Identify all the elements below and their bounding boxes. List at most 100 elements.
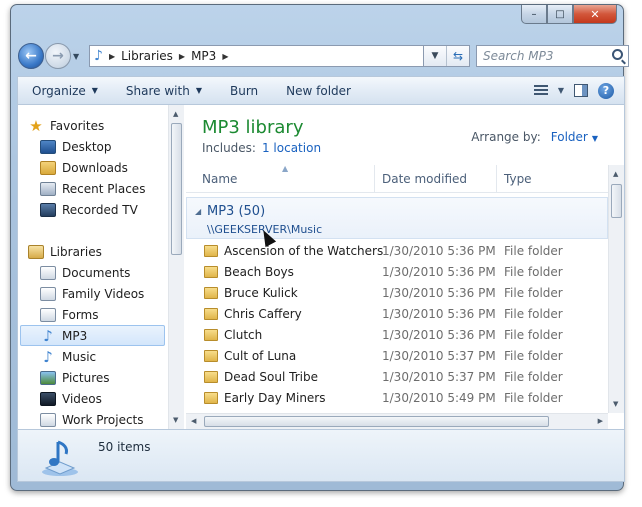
scrollbar-thumb[interactable]	[611, 184, 622, 218]
documents-icon	[40, 265, 56, 280]
breadcrumb-separator-icon[interactable]: ▶	[179, 52, 185, 61]
table-row[interactable]: Beach Boys 1/30/2010 5:36 PM File folder	[186, 262, 608, 283]
burn-button[interactable]: Burn	[216, 84, 272, 98]
table-row[interactable]: Bruce Kulick 1/30/2010 5:36 PM File fold…	[186, 283, 608, 304]
scroll-left-icon[interactable]: ◀	[191, 417, 196, 425]
locations-link[interactable]: 1 location	[262, 141, 321, 155]
scroll-up-icon[interactable]: ▲	[173, 110, 178, 118]
table-row[interactable]: Cult of Luna 1/30/2010 5:37 PM File fold…	[186, 346, 608, 367]
chevron-down-icon[interactable]: ▼	[592, 134, 598, 143]
navigation-pane-scrollbar[interactable]: ▲ ▼	[168, 105, 184, 429]
close-button[interactable]: ✕	[573, 5, 617, 24]
address-bar[interactable]: ♪ ▶ Libraries ▶ MP3 ▶	[89, 45, 424, 67]
file-date: 1/30/2010 5:36 PM	[382, 265, 496, 279]
breadcrumb-separator-icon[interactable]: ▶	[222, 52, 228, 61]
libraries-label: Libraries	[50, 244, 102, 259]
sort-ascending-icon: ▲	[282, 164, 289, 173]
chevron-down-icon[interactable]: ▼	[558, 86, 564, 95]
libraries-icon	[28, 244, 44, 259]
file-name: Beach Boys	[224, 265, 294, 279]
toolbar-right: ▼ ?	[533, 82, 624, 99]
column-date-modified[interactable]: Date modified	[382, 172, 467, 186]
sidebar-item-family-videos[interactable]: Family Videos	[40, 283, 144, 304]
arrange-by-dropdown[interactable]: Folder	[551, 130, 588, 144]
scroll-down-icon[interactable]: ▼	[613, 400, 618, 408]
scrollbar-thumb[interactable]	[204, 416, 549, 427]
scroll-right-icon[interactable]: ▶	[598, 417, 603, 425]
folder-icon	[204, 287, 218, 299]
sidebar-item-pictures[interactable]: Pictures	[40, 367, 110, 388]
sidebar-item-videos[interactable]: Videos	[40, 388, 102, 409]
preview-pane-icon[interactable]	[574, 84, 588, 97]
minimize-button[interactable]: –	[521, 5, 547, 24]
column-divider[interactable]	[374, 165, 375, 193]
sidebar-item-mp3[interactable]: ♪ MP3	[20, 325, 165, 346]
downloads-icon	[40, 160, 56, 175]
collapse-triangle-icon[interactable]: ◢	[195, 207, 201, 216]
sidebar-item-recorded-tv[interactable]: Recorded TV	[40, 199, 138, 220]
scrollbar-thumb[interactable]	[171, 123, 182, 255]
details-pane: 50 items	[17, 430, 625, 482]
recent-pages-dropdown[interactable]: ▼	[73, 52, 85, 61]
file-date: 1/30/2010 5:37 PM	[382, 349, 496, 363]
sidebar-item-downloads[interactable]: Downloads	[40, 157, 128, 178]
sidebar-item-label: Recent Places	[62, 181, 146, 196]
organize-button[interactable]: Organize ▼	[18, 84, 112, 98]
sidebar-item-label: Pictures	[62, 370, 110, 385]
breadcrumb-mp3[interactable]: MP3	[191, 49, 216, 63]
file-type: File folder	[504, 370, 563, 384]
music-library-icon	[42, 440, 78, 476]
forward-button[interactable]: →	[45, 43, 71, 69]
arrange-by-label: Arrange by:	[471, 130, 541, 144]
sidebar-item-work-projects[interactable]: Work Projects	[40, 409, 144, 429]
table-row[interactable]: Clutch 1/30/2010 5:36 PM File folder	[186, 325, 608, 346]
new-folder-button[interactable]: New folder	[272, 84, 365, 98]
table-row[interactable]: Dead Soul Tribe 1/30/2010 5:37 PM File f…	[186, 367, 608, 388]
file-type: File folder	[504, 328, 563, 342]
maximize-button[interactable]: □	[547, 5, 573, 24]
library-title: MP3 library	[202, 117, 304, 138]
sidebar-item-forms[interactable]: Forms	[40, 304, 98, 325]
column-name[interactable]: Name	[202, 172, 237, 186]
file-date: 1/30/2010 5:49 PM	[382, 391, 496, 405]
sidebar-item-label: Documents	[62, 265, 131, 280]
table-row[interactable]: Early Day Miners 1/30/2010 5:49 PM File …	[186, 388, 608, 409]
table-row[interactable]: Chris Caffery 1/30/2010 5:36 PM File fol…	[186, 304, 608, 325]
sidebar-item-label: Videos	[62, 391, 102, 406]
search-icon[interactable]	[612, 49, 623, 60]
column-divider[interactable]	[496, 165, 497, 193]
group-header[interactable]: ◢ MP3 (50) \\GEEKSERVER\Music	[186, 197, 608, 239]
sidebar-favorites-header[interactable]: ★ Favorites	[28, 115, 104, 136]
column-type[interactable]: Type	[504, 172, 532, 186]
file-date: 1/30/2010 5:36 PM	[382, 286, 496, 300]
refresh-button[interactable]: ⇆	[446, 46, 469, 66]
folder-icon	[204, 350, 218, 362]
sidebar-libraries-header[interactable]: Libraries	[28, 241, 102, 262]
search-input[interactable]: Search MP3	[476, 45, 629, 67]
recent-places-icon	[40, 181, 56, 196]
file-list-vertical-scrollbar[interactable]: ▲ ▼	[608, 165, 624, 413]
folder-icon	[204, 245, 218, 257]
folder-icon	[204, 371, 218, 383]
sidebar-item-label: Family Videos	[62, 286, 145, 301]
help-icon[interactable]: ?	[598, 82, 614, 99]
breadcrumb-separator-icon[interactable]: ▶	[109, 52, 115, 61]
library-includes: Includes: 1 location	[202, 141, 321, 155]
scroll-down-icon[interactable]: ▼	[173, 416, 178, 424]
file-date: 1/30/2010 5:36 PM	[382, 328, 496, 342]
file-name: Ascension of the Watchers	[224, 244, 384, 258]
sidebar-item-documents[interactable]: Documents	[40, 262, 130, 283]
change-view-icon[interactable]	[533, 84, 548, 97]
table-row[interactable]: Ascension of the Watchers 1/30/2010 5:36…	[186, 241, 608, 262]
sidebar-item-label: Forms	[62, 307, 99, 322]
sidebar-item-desktop[interactable]: Desktop	[40, 136, 112, 157]
breadcrumb-libraries[interactable]: Libraries	[121, 49, 173, 63]
sidebar-item-music[interactable]: ♪ Music	[40, 346, 96, 367]
share-with-button[interactable]: Share with ▼	[112, 84, 216, 98]
address-history-dropdown[interactable]: ▼	[424, 46, 446, 66]
scroll-up-icon[interactable]: ▲	[613, 170, 618, 178]
back-button[interactable]: ←	[18, 43, 44, 69]
arrange-by: Arrange by: Folder ▼	[471, 130, 598, 144]
file-list-horizontal-scrollbar[interactable]: ◀ ▶	[186, 413, 608, 429]
sidebar-item-recent-places[interactable]: Recent Places	[40, 178, 145, 199]
